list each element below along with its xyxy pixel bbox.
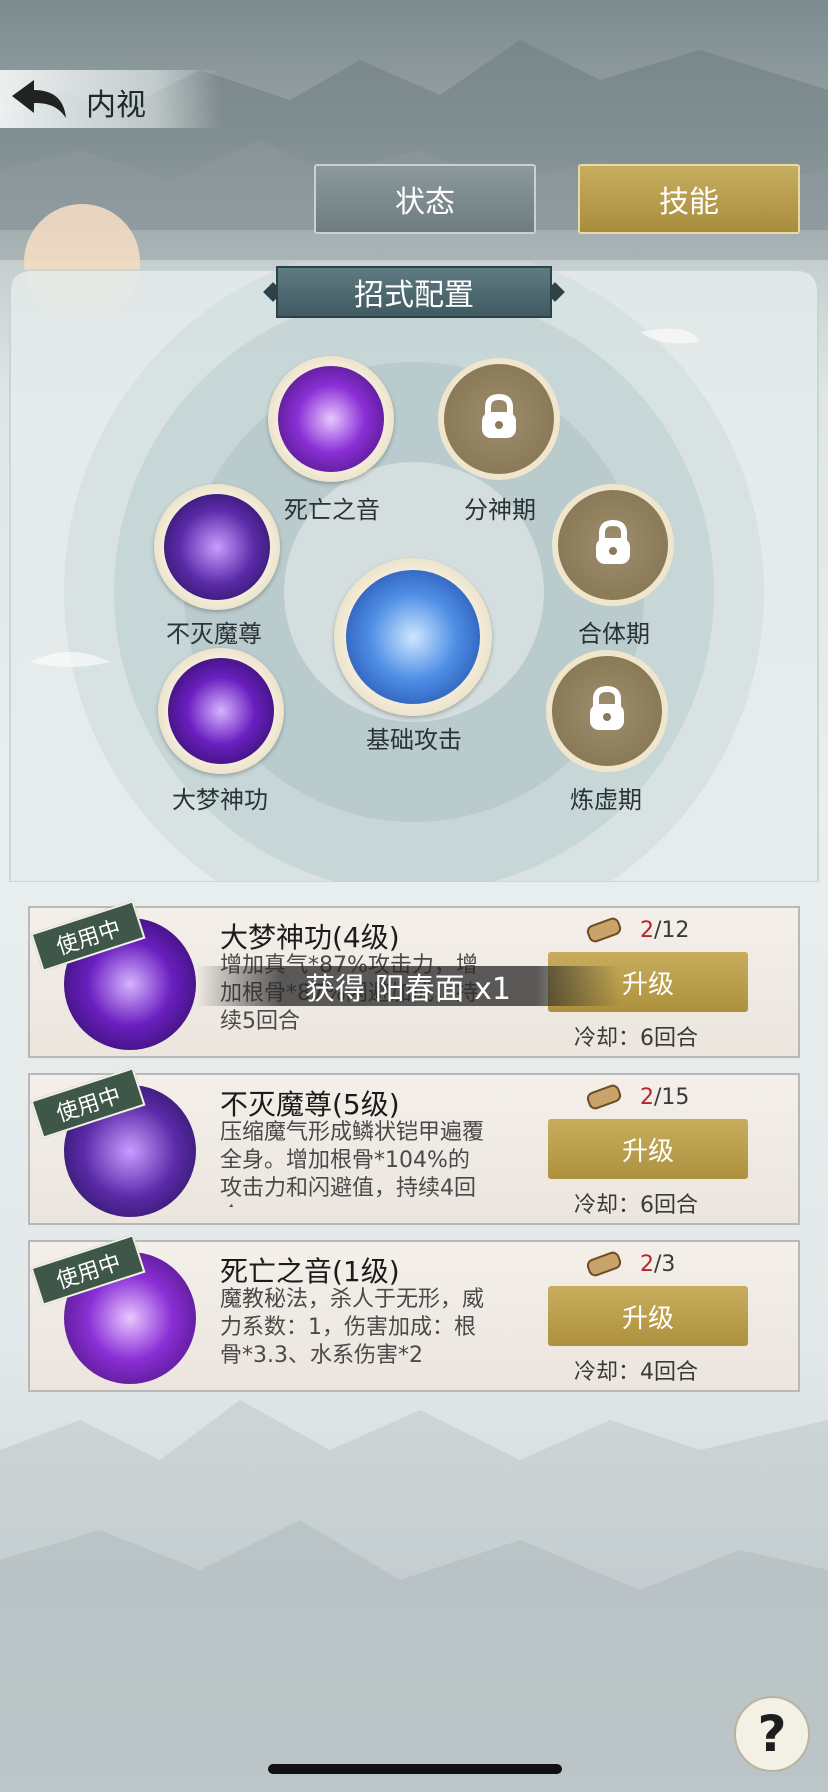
material-count: 2/3: [640, 1252, 676, 1277]
help-button[interactable]: ?: [734, 1696, 810, 1772]
skill-slot-label: 合体期: [578, 620, 650, 648]
home-indicator: [268, 1764, 562, 1774]
skill-slot-locked-3[interactable]: [546, 650, 668, 772]
skill-slot-label: 死亡之音: [284, 496, 380, 524]
skill-card-death-sound: 使用中 死亡之音(1级) 魔教秘法，杀人于无形，威力系数：1，伤害加成：根骨*3…: [28, 1234, 800, 1392]
scroll-icon: [586, 1084, 622, 1110]
skill-description: 压缩魔气形成鳞状铠甲遍覆全身。增加根骨*104%的攻击力和闪避值，持续4回合: [220, 1120, 485, 1207]
back-arrow-icon[interactable]: [8, 76, 70, 122]
skill-slot-immortal-demon[interactable]: [154, 484, 280, 610]
tab-status[interactable]: 状态: [314, 164, 536, 234]
purple-sound-icon: [278, 366, 384, 472]
upgrade-button[interactable]: 升级: [548, 1119, 748, 1179]
skill-name: 死亡之音(1级): [220, 1255, 400, 1288]
page-title: 内视: [86, 88, 146, 123]
skill-slot-locked-2[interactable]: [552, 484, 674, 606]
skill-description: 魔教秘法，杀人于无形，威力系数：1，伤害加成：根骨*3.3、水系伤害*2: [220, 1287, 485, 1368]
scroll-icon: [586, 1251, 622, 1277]
blue-figure-icon: [346, 570, 480, 704]
lock-icon: [482, 394, 516, 438]
skill-name: 大梦神功(4级): [220, 921, 400, 954]
skill-name: 不灭魔尊(5级): [220, 1088, 400, 1121]
upgrade-button[interactable]: 升级: [548, 1286, 748, 1346]
cooldown-text: 冷却：6回合: [574, 1193, 698, 1218]
material-count: 2/15: [640, 1085, 690, 1110]
skill-slot-label: 不灭魔尊: [166, 620, 262, 648]
panel-title: 招式配置: [276, 266, 552, 318]
material-count: 2/12: [640, 918, 690, 943]
scroll-icon: [586, 917, 622, 943]
skill-slot-label: 大梦神功: [172, 786, 268, 814]
purple-eye-icon: [168, 658, 274, 764]
skill-slot-locked-1[interactable]: [438, 358, 560, 480]
cooldown-text: 冷却：6回合: [574, 1026, 698, 1051]
skill-slot-death-sound[interactable]: [268, 356, 394, 482]
lock-icon: [590, 686, 624, 730]
skill-slot-basic-attack[interactable]: [334, 558, 492, 716]
skill-slot-great-dream[interactable]: [158, 648, 284, 774]
tab-skills[interactable]: 技能: [578, 164, 800, 234]
reward-toast: 获得 阳春面 x1: [196, 966, 620, 1007]
skill-slot-label: 炼虚期: [570, 786, 642, 814]
skill-slot-label: 分神期: [464, 496, 536, 524]
skill-card-immortal-demon: 使用中 不灭魔尊(5级) 压缩魔气形成鳞状铠甲遍覆全身。增加根骨*104%的攻击…: [28, 1067, 800, 1225]
cooldown-text: 冷却：4回合: [574, 1360, 698, 1385]
skill-slot-label: 基础攻击: [366, 726, 462, 754]
lock-icon: [596, 520, 630, 564]
purple-figure-icon: [164, 494, 270, 600]
